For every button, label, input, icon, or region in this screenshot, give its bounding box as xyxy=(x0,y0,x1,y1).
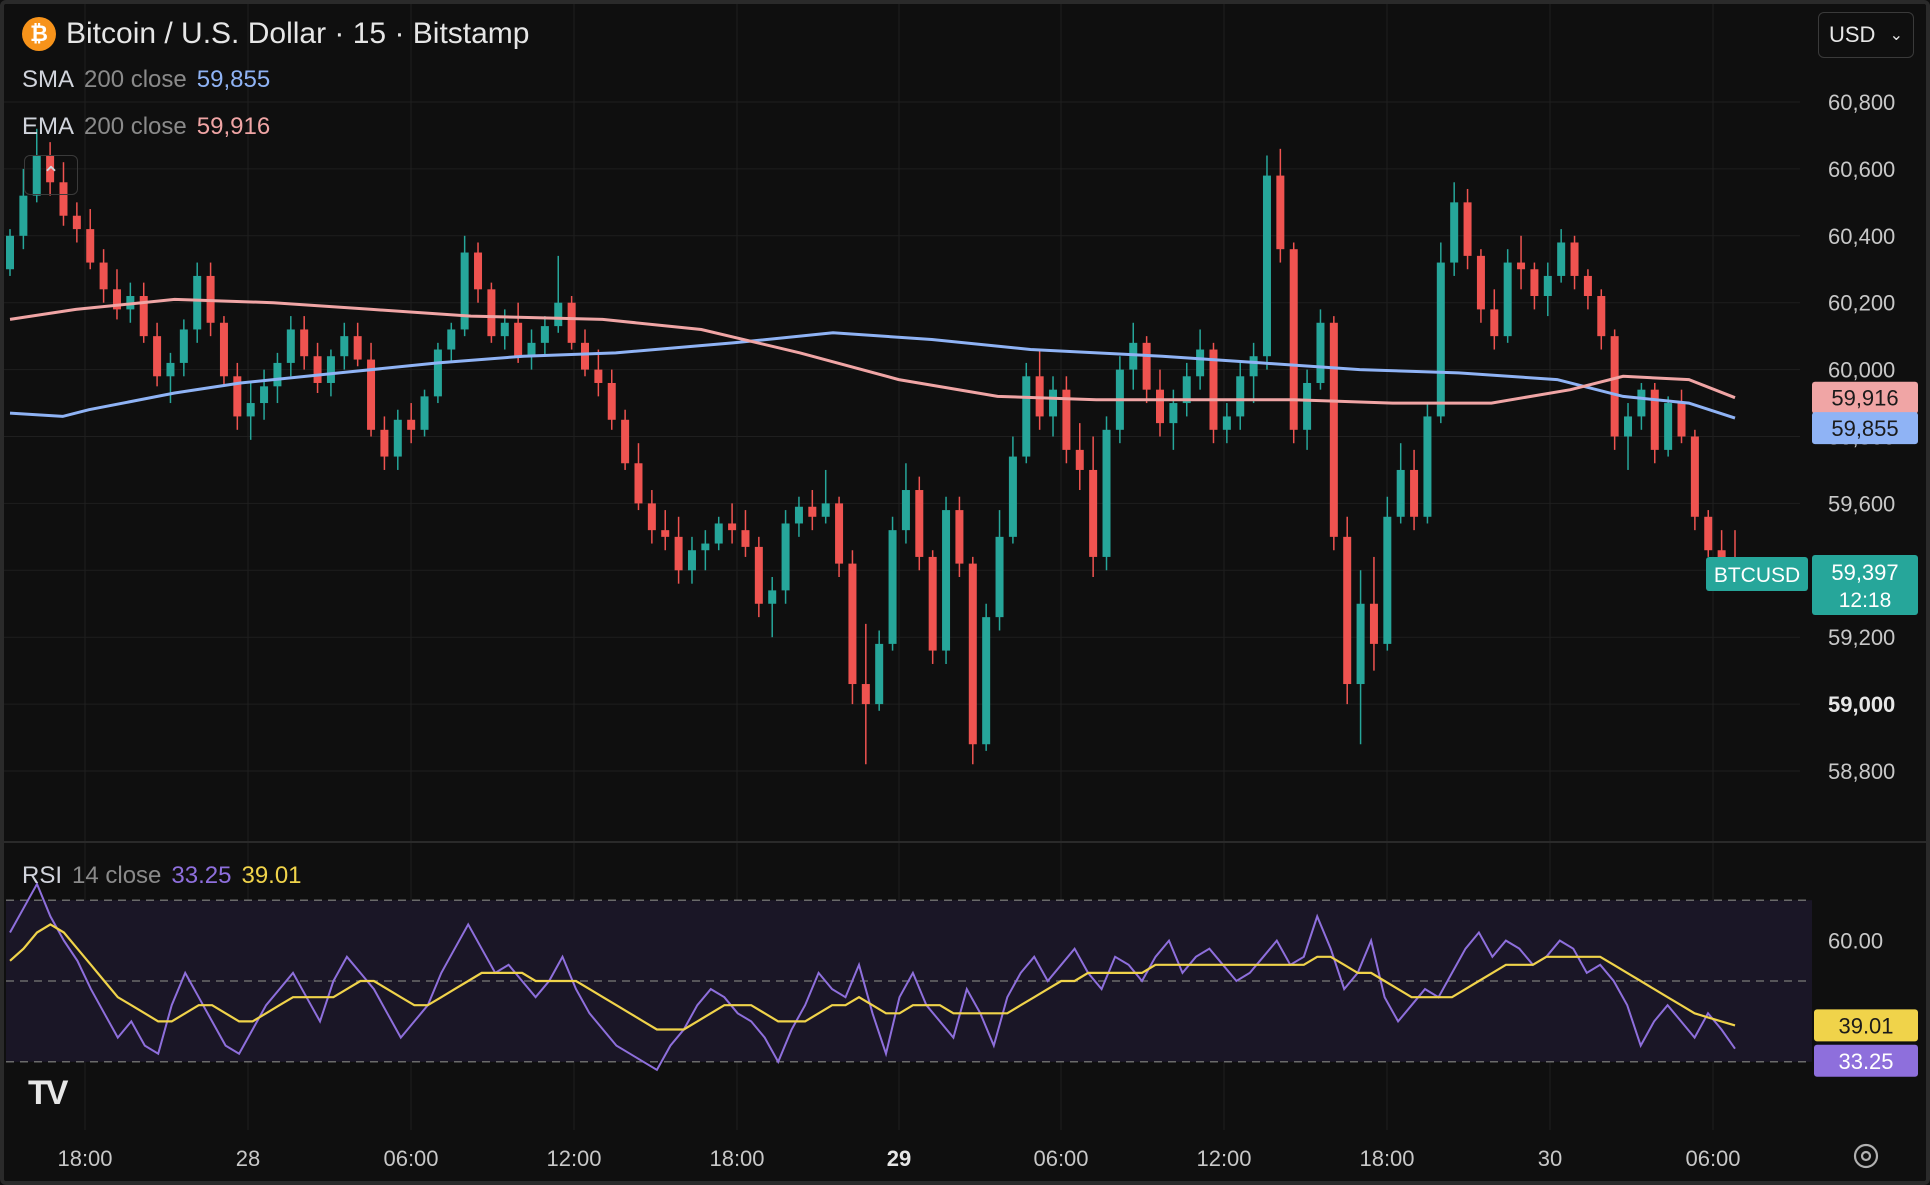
chevron-down-icon: ⌄ xyxy=(1889,27,1903,44)
tradingview-logo[interactable]: TV xyxy=(28,1074,68,1113)
rsi-ma-value: 39.01 xyxy=(241,862,302,889)
rsi-name: RSI xyxy=(22,862,63,889)
ema-name: EMA xyxy=(22,113,75,140)
ema-value: 59,916 xyxy=(196,113,271,140)
ema-legend[interactable]: EMA 200 close 59,916 xyxy=(22,113,270,141)
chart-frame xyxy=(0,0,1930,1185)
sma-name: SMA xyxy=(22,66,75,93)
bitcoin-icon: ₿ xyxy=(22,17,56,51)
currency-select[interactable]: USD ⌄ xyxy=(1818,12,1914,58)
sma-value: 59,855 xyxy=(196,66,271,93)
currency-value: USD xyxy=(1829,22,1876,47)
rsi-legend[interactable]: RSI 14 close 33.25 39.01 xyxy=(22,862,302,890)
chart-header: ₿ Bitcoin / U.S. Dollar · 15 · Bitstamp xyxy=(22,14,529,54)
sma-params: 200 close xyxy=(84,66,187,93)
settings-gear-icon[interactable] xyxy=(1852,1142,1880,1170)
collapse-legend-button[interactable]: ⌃ xyxy=(24,155,78,195)
rsi-params: 14 close xyxy=(72,862,162,889)
sma-legend[interactable]: SMA 200 close 59,855 xyxy=(22,66,270,94)
ema-params: 200 close xyxy=(84,113,187,140)
chevron-up-icon: ⌃ xyxy=(41,162,61,187)
symbol-title[interactable]: Bitcoin / U.S. Dollar · 15 · Bitstamp xyxy=(66,17,529,51)
rsi-value: 33.25 xyxy=(171,862,232,889)
